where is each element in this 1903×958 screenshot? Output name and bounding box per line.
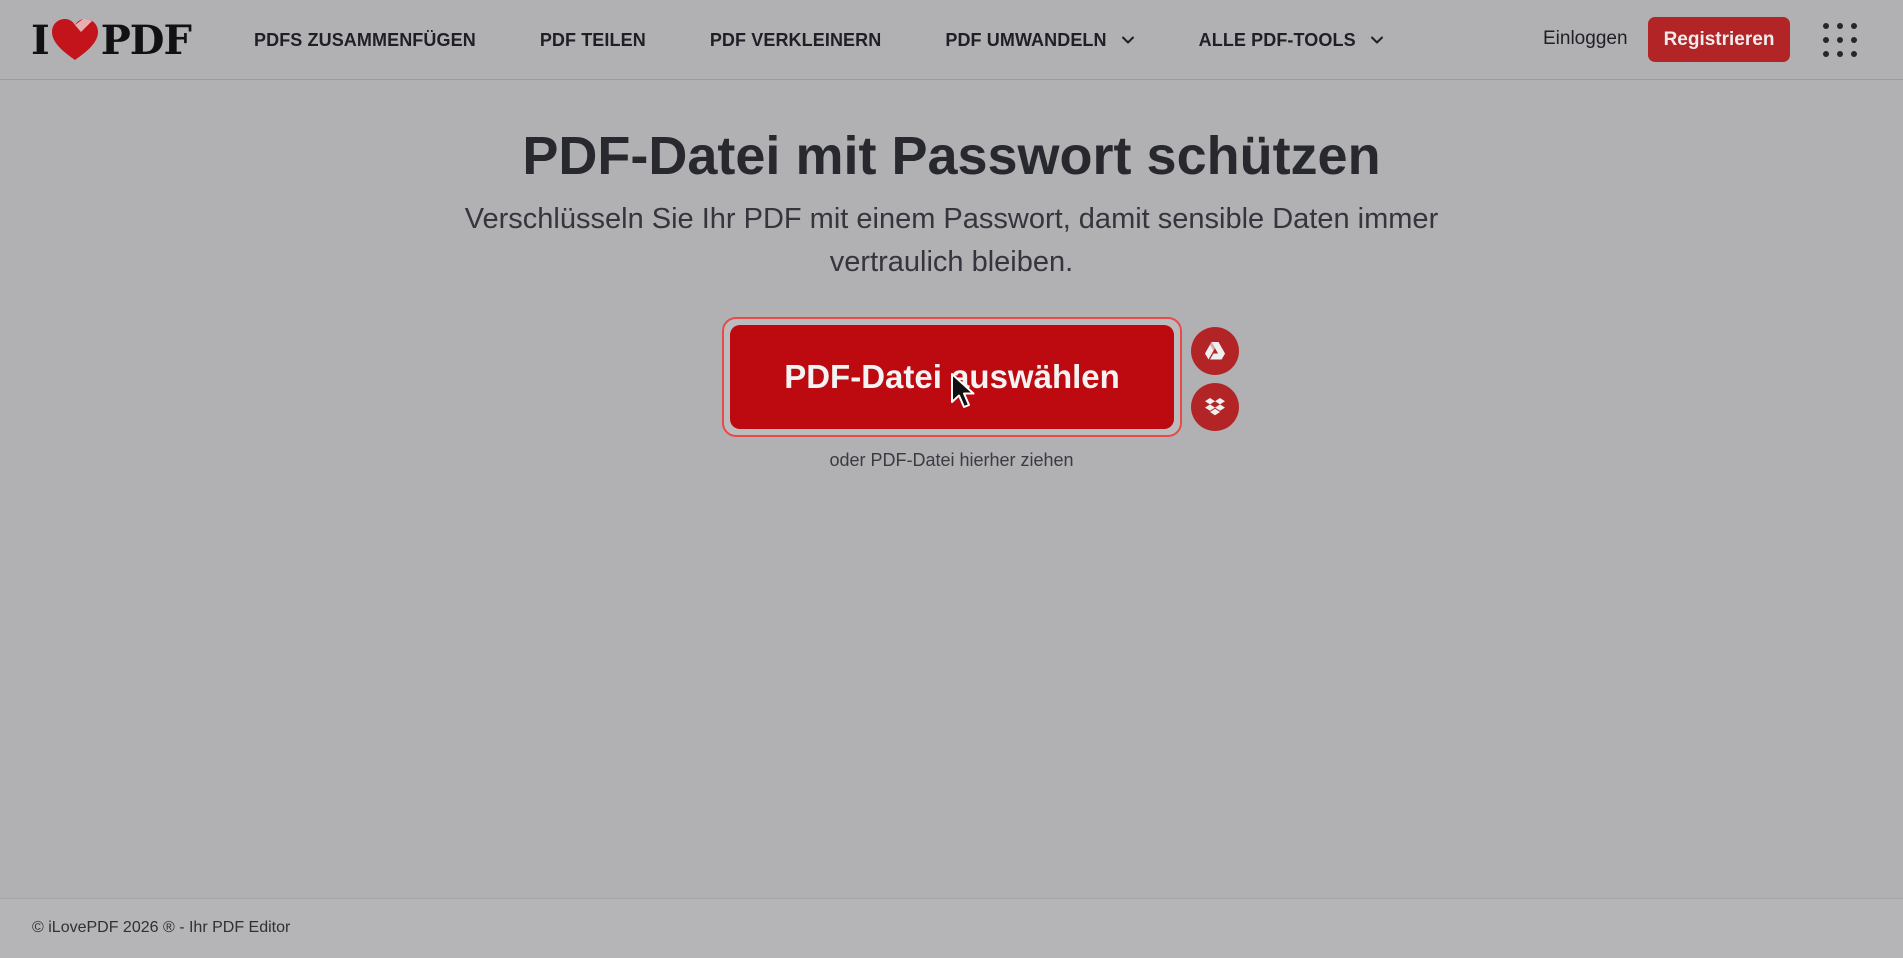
login-link[interactable]: Einloggen (1543, 28, 1628, 50)
google-drive-icon (1205, 342, 1225, 360)
main-nav: PDFS ZUSAMMENFÜGEN PDF TEILEN PDF VERKLE… (254, 0, 1448, 80)
select-pdf-button[interactable]: PDF-Datei auswählen (730, 325, 1174, 429)
drop-hint-text: oder PDF-Datei hierher ziehen (829, 450, 1074, 470)
nav-label: PDF VERKLEINERN (709, 29, 882, 50)
page-subtitle: Verschlüsseln Sie Ihr PDF mit einem Pass… (464, 203, 1439, 278)
nav-all-pdf-tools[interactable]: ALLE PDF-TOOLS (1199, 30, 1384, 51)
chevron-down-icon (1370, 36, 1383, 44)
logo-letter-i: I (31, 16, 50, 64)
nav-split-pdf[interactable]: PDF TEILEN (540, 30, 646, 51)
upload-button-focus-ring: PDF-Datei auswählen (722, 317, 1182, 437)
dropbox-button[interactable] (1191, 383, 1239, 431)
logo-word-pdf: PDF (100, 16, 192, 64)
ilovepdf-logo[interactable]: I PDF (31, 16, 192, 64)
dropbox-icon (1205, 398, 1225, 416)
register-button[interactable]: Registrieren (1648, 17, 1790, 62)
page-title: PDF-Datei mit Passwort schützen (522, 126, 1381, 186)
nav-label: ALLE PDF-TOOLS (1198, 29, 1356, 50)
chevron-down-icon (1121, 36, 1134, 44)
google-drive-button[interactable] (1191, 327, 1239, 375)
nav-label: PDFS ZUSAMMENFÜGEN (254, 29, 476, 50)
nav-label: PDF UMWANDELN (945, 29, 1107, 50)
nav-label: PDF TEILEN (539, 29, 646, 50)
footer-copyright: © iLovePDF 2026 ® - Ihr PDF Editor (32, 919, 291, 936)
heart-icon (51, 19, 98, 60)
nav-merge-pdf[interactable]: PDFS ZUSAMMENFÜGEN (254, 30, 476, 51)
top-header: I PDF PDFS ZUSAMMENFÜGEN PDF TEILEN PDF … (0, 0, 1903, 80)
apps-grid-icon[interactable] (1822, 22, 1858, 58)
page-footer: © iLovePDF 2026 ® - Ihr PDF Editor (0, 898, 1903, 958)
nav-convert-pdf[interactable]: PDF UMWANDELN (945, 30, 1134, 51)
nav-compress-pdf[interactable]: PDF VERKLEINERN (710, 30, 882, 51)
